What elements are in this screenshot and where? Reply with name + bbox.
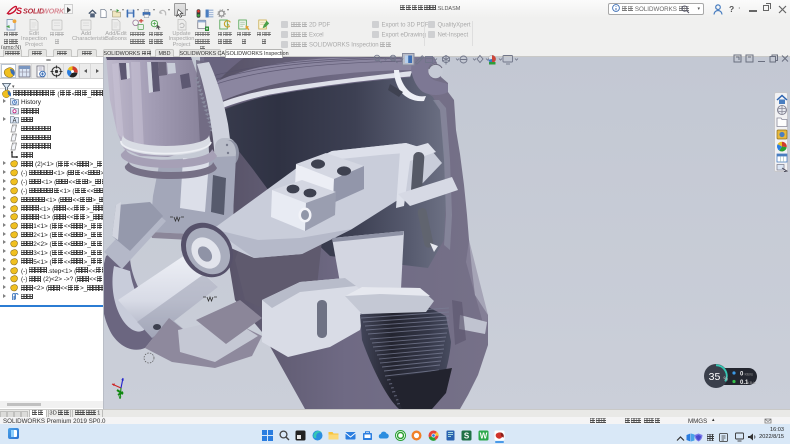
svg-text:S: S (464, 432, 470, 441)
svg-text:%: % (724, 377, 729, 383)
svg-text:S: S (16, 6, 22, 16)
svg-text:WORKS: WORKS (42, 7, 65, 16)
svg-text:W: W (480, 432, 488, 441)
svg-text:KB/s: KB/s (747, 380, 755, 385)
svg-text:KB/s: KB/s (745, 372, 753, 377)
svg-text:35: 35 (709, 371, 721, 383)
svg-text:SOLID: SOLID (23, 7, 44, 16)
